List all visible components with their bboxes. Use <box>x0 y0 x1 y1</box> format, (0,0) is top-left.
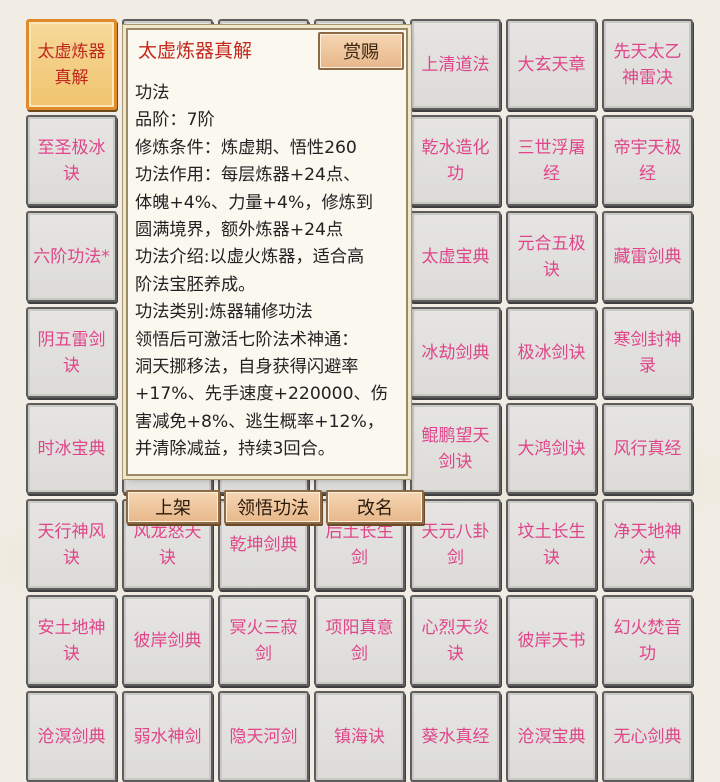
item-name: 心烈天炎诀 <box>421 617 490 664</box>
item-slot[interactable]: 冰劫剑典 <box>410 307 501 398</box>
item-name: 坟土长生诀 <box>517 521 586 568</box>
item-name: 彼岸天书 <box>517 630 586 651</box>
desc-line: 并清除减益，持续3回合。 <box>135 439 335 460</box>
item-name: 净天地神决 <box>613 521 682 568</box>
item-slot[interactable]: 元合五极诀 <box>506 211 597 302</box>
item-slot[interactable]: 先天太乙神雷决 <box>602 19 693 110</box>
item-slot[interactable]: 三世浮屠经 <box>506 115 597 206</box>
item-name: 三世浮屠经 <box>517 137 586 184</box>
item-name: 太虚宝典 <box>421 246 490 267</box>
item-slot[interactable]: 幻火焚音功 <box>602 595 693 686</box>
item-name: 乾水造化功 <box>421 137 490 184</box>
item-name: 葵水真经 <box>421 726 490 747</box>
item-name: 风行真经 <box>613 438 682 459</box>
item-name: 镇海诀 <box>334 726 385 747</box>
item-slot[interactable]: 安土地神诀 <box>26 595 117 686</box>
item-slot[interactable]: 葵水真经 <box>410 691 501 782</box>
item-name: 后土长生剑 <box>325 521 394 568</box>
item-name: 冥火三寂剑 <box>229 617 298 664</box>
item-slot[interactable]: 风行真经 <box>602 403 693 494</box>
item-slot[interactable]: 项阳真意剑 <box>314 595 405 686</box>
item-name: 幻火焚音功 <box>613 617 682 664</box>
desc-line: 体魄+4%、力量+4%，修炼到 <box>135 192 374 213</box>
shelve-button[interactable]: 上架 <box>126 490 220 524</box>
item-name: 天元八卦剑 <box>421 521 490 568</box>
item-slot[interactable]: 坟土长生诀 <box>506 499 597 590</box>
item-name: 先天太乙神雷决 <box>613 41 682 88</box>
item-name: 至圣极冰诀 <box>37 137 106 184</box>
item-name: 大鸿剑诀 <box>517 438 586 459</box>
item-slot[interactable]: 鲲鹏望天剑诀 <box>410 403 501 494</box>
item-slot[interactable]: 帝宇天极经 <box>602 115 693 206</box>
item-slot[interactable]: 阴五雷剑诀 <box>26 307 117 398</box>
item-name: 风龙怒天诀 <box>133 521 202 568</box>
item-name: 乾坤剑典 <box>229 534 298 555</box>
item-name: 阴五雷剑诀 <box>37 329 106 376</box>
desc-line: 圆满境界，额外炼器+24点 <box>135 220 344 241</box>
item-name: 彼岸剑典 <box>133 630 202 651</box>
popup-title: 太虚炼器真解 <box>138 40 253 62</box>
item-slot[interactable]: 时冰宝典 <box>26 403 117 494</box>
desc-line: 功法类别:炼器辅修功法 <box>135 302 313 323</box>
item-slot[interactable]: 上清道法 <box>410 19 501 110</box>
item-slot-selected[interactable]: 太虚炼器真解 <box>26 19 117 110</box>
item-detail-popup: 太虚炼器真解 赏赐 功法 品阶：7阶 修炼条件：炼虚期、悟性260 功法作用：每… <box>126 28 408 476</box>
comprehend-button[interactable]: 领悟功法 <box>224 490 322 524</box>
item-slot[interactable]: 太虚宝典 <box>410 211 501 302</box>
item-name: 无心剑典 <box>613 726 682 747</box>
item-slot[interactable]: 弱水神剑 <box>122 691 213 782</box>
desc-line: 修炼条件：炼虚期、悟性260 <box>135 137 357 158</box>
item-slot[interactable]: 心烈天炎诀 <box>410 595 501 686</box>
item-slot[interactable]: 净天地神决 <box>602 499 693 590</box>
item-name: 帝宇天极经 <box>613 137 682 184</box>
desc-line: 功法介绍:以虚火炼器，适合高 <box>135 247 365 268</box>
item-slot[interactable]: 冥火三寂剑 <box>218 595 309 686</box>
item-name: 沧溟剑典 <box>37 726 106 747</box>
item-slot[interactable]: 大鸿剑诀 <box>506 403 597 494</box>
item-name: 极冰剑诀 <box>517 342 586 363</box>
item-slot[interactable]: 沧溟剑典 <box>26 691 117 782</box>
desc-line: 功法作用：每层炼器+24点、 <box>135 165 361 186</box>
popup-description: 功法 品阶：7阶 修炼条件：炼虚期、悟性260 功法作用：每层炼器+24点、 体… <box>135 80 403 464</box>
desc-line: 阶法宝胚养成。 <box>135 274 256 295</box>
item-slot[interactable]: 六阶功法* <box>26 211 117 302</box>
item-name: 大玄天章 <box>517 54 586 75</box>
item-slot[interactable]: 无心剑典 <box>602 691 693 782</box>
desc-line: 品阶：7阶 <box>135 110 215 131</box>
item-name: 弱水神剑 <box>133 726 202 747</box>
desc-line: +17%、先手速度+220000、伤 <box>135 384 388 405</box>
item-slot[interactable]: 沧溟宝典 <box>506 691 597 782</box>
item-slot[interactable]: 大玄天章 <box>506 19 597 110</box>
item-name: 隐天河剑 <box>229 726 298 747</box>
desc-line: 领悟后可激活七阶法术神通： <box>135 329 359 350</box>
item-slot[interactable]: 藏雷剑典 <box>602 211 693 302</box>
item-name: 太虚炼器真解 <box>37 41 106 88</box>
rename-button[interactable]: 改名 <box>326 490 424 524</box>
item-name: 上清道法 <box>421 54 490 75</box>
item-name: 天行神风诀 <box>37 521 106 568</box>
item-name: 冰劫剑典 <box>421 342 490 363</box>
item-name: 藏雷剑典 <box>613 246 682 267</box>
desc-line: 功法 <box>135 83 170 103</box>
desc-line: 害减免+8%、逃生概率+12%， <box>135 411 384 432</box>
item-name: 项阳真意剑 <box>325 617 394 664</box>
item-slot[interactable]: 天行神风诀 <box>26 499 117 590</box>
item-name: 元合五极诀 <box>517 233 586 280</box>
item-slot[interactable]: 彼岸剑典 <box>122 595 213 686</box>
reward-button[interactable]: 赏赐 <box>318 32 404 70</box>
item-slot[interactable]: 至圣极冰诀 <box>26 115 117 206</box>
item-name: 沧溟宝典 <box>517 726 586 747</box>
desc-line: 洞天挪移法，自身获得闪避率 <box>135 357 359 378</box>
item-slot[interactable]: 极冰剑诀 <box>506 307 597 398</box>
item-name: 六阶功法* <box>33 246 110 267</box>
item-slot[interactable]: 寒剑封神录 <box>602 307 693 398</box>
item-slot[interactable]: 镇海诀 <box>314 691 405 782</box>
item-name: 鲲鹏望天剑诀 <box>421 425 490 472</box>
item-slot[interactable]: 彼岸天书 <box>506 595 597 686</box>
item-slot[interactable]: 乾水造化功 <box>410 115 501 206</box>
item-name: 寒剑封神录 <box>613 329 682 376</box>
item-name: 时冰宝典 <box>37 438 106 459</box>
item-slot[interactable]: 隐天河剑 <box>218 691 309 782</box>
item-name: 安土地神诀 <box>37 617 106 664</box>
